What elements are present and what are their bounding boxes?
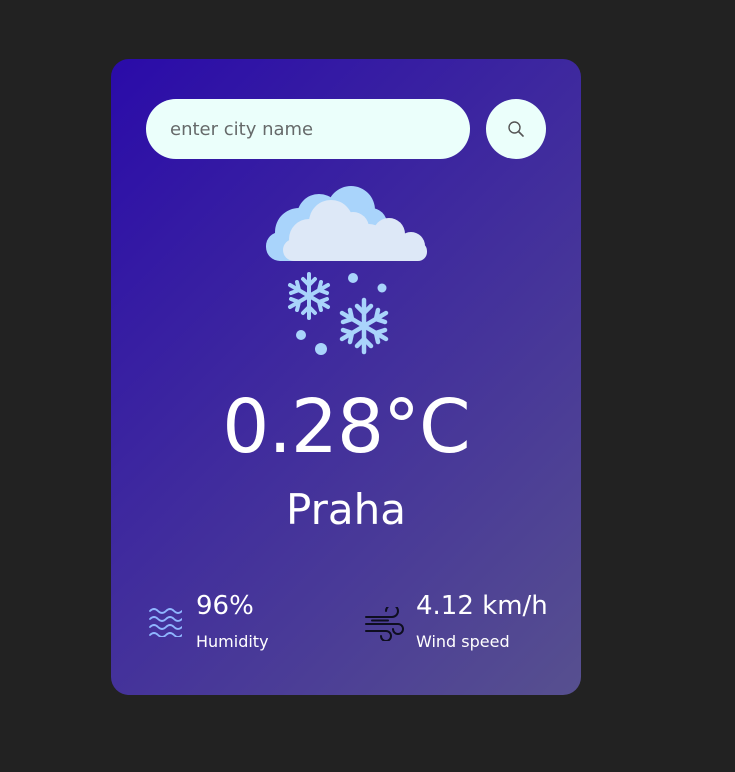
- humidity-label: Humidity: [196, 632, 269, 651]
- city-name: Praha: [286, 485, 406, 534]
- water-waves-icon: [149, 608, 182, 637]
- wind-icon: [365, 607, 404, 641]
- humidity-value: 96%: [196, 591, 254, 621]
- city-search-input[interactable]: [146, 99, 470, 159]
- wind-speed-value: 4.12 km/h: [416, 591, 548, 621]
- search-button[interactable]: [486, 99, 546, 159]
- weather-card: 0.28°C Praha 96% Humidity 4.12 km/h Wind…: [111, 59, 581, 695]
- search-icon: [508, 121, 524, 137]
- temperature-value: 0.28°C: [222, 384, 470, 470]
- search-bar: [146, 99, 546, 159]
- snow-cloud-icon: [266, 186, 427, 355]
- wind-speed-label: Wind speed: [416, 632, 510, 651]
